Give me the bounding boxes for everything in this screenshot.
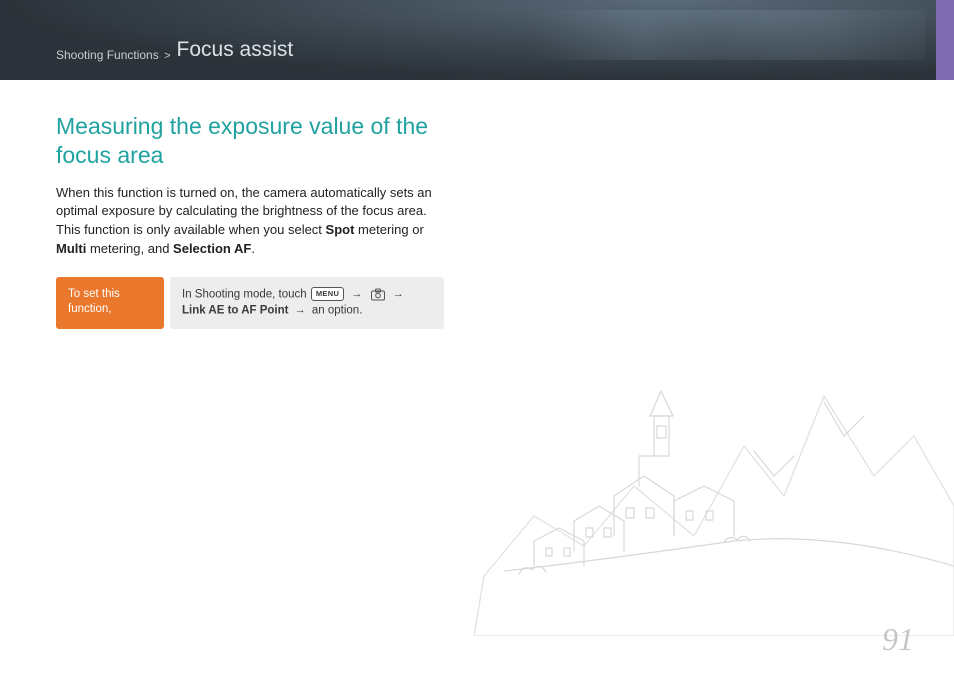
- arrow-icon: →: [351, 288, 362, 300]
- main-content: Measuring the exposure value of the focu…: [0, 80, 500, 329]
- breadcrumb-separator: >: [164, 50, 170, 62]
- body-end: .: [251, 241, 255, 256]
- instruction-row: To set this function, In Shooting mode, …: [56, 277, 444, 329]
- bold-spot: Spot: [326, 222, 355, 237]
- instruction-steps-box: In Shooting mode, touch MENU → → Link AE…: [170, 277, 444, 329]
- body-mid2: metering, and: [86, 241, 173, 256]
- page-number: 91: [882, 621, 914, 658]
- instruction-lead: In Shooting mode, touch: [182, 288, 310, 300]
- section-title: Focus assist: [177, 38, 294, 62]
- instruction-tail: an option.: [309, 304, 363, 316]
- arrow-icon: →: [393, 288, 404, 300]
- instruction-label-box: To set this function,: [56, 277, 164, 329]
- breadcrumb: Shooting Functions >: [56, 48, 173, 62]
- side-tab: [936, 0, 954, 80]
- instruction-label: To set this function,: [68, 288, 120, 315]
- breadcrumb-category: Shooting Functions: [56, 48, 159, 62]
- menu-button-icon: MENU: [311, 287, 344, 301]
- bold-selection-af: Selection AF: [173, 241, 251, 256]
- link-ae-option: Link AE to AF Point: [182, 304, 288, 316]
- page-header: Shooting Functions > Focus assist: [0, 0, 954, 80]
- arrow-icon: →: [295, 304, 306, 316]
- section-heading: Measuring the exposure value of the focu…: [56, 112, 444, 170]
- bold-multi: Multi: [56, 241, 86, 256]
- body-mid1: metering or: [354, 222, 423, 237]
- body-text: When this function is turned on, the cam…: [56, 184, 444, 259]
- camera-icon: [370, 288, 386, 301]
- village-illustration: [474, 336, 954, 636]
